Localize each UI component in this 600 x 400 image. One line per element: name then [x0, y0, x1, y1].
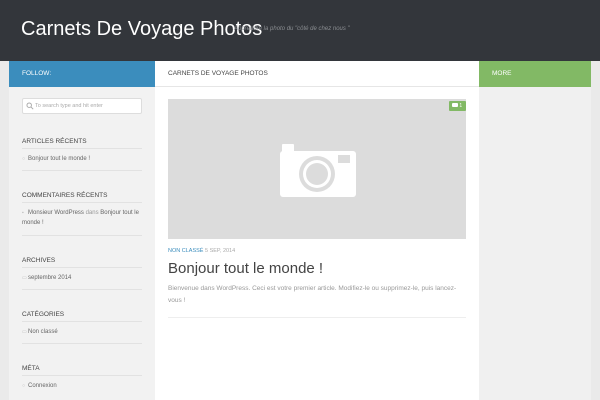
widget-divider [22, 202, 142, 203]
widget-divider [22, 235, 142, 236]
category-item[interactable]: ▭Non classé [22, 327, 147, 337]
archives-title: ARCHIVES [22, 257, 56, 264]
widget-divider [22, 375, 142, 376]
comment-count-badge[interactable]: 1 [449, 101, 466, 111]
site-header: Carnets De Voyage Photos Apprendre la ph… [0, 0, 600, 61]
follow-bar: FOLLOW: [9, 61, 155, 87]
archive-item[interactable]: ▭septembre 2014 [22, 273, 147, 283]
recent-comments-title: COMMENTAIRES RÉCENTS [22, 192, 108, 199]
post-title[interactable]: Bonjour tout le monde ! [168, 260, 323, 277]
login-link[interactable]: Connexion [28, 383, 57, 389]
post-divider [168, 317, 466, 318]
recent-article-link[interactable]: Bonjour tout le monde ! [28, 156, 90, 162]
camera-icon [280, 144, 356, 197]
meta-title: MÉTA [22, 365, 40, 372]
comment-count: 1 [459, 103, 463, 109]
post-date: 5 SEP, 2014 [205, 248, 236, 254]
recent-article-item[interactable]: ○ Bonjour tout le monde ! [22, 154, 147, 164]
post-excerpt: Bienvenue dans WordPress. Ceci est votre… [168, 285, 457, 304]
widget-divider [22, 289, 142, 290]
more-bar: MORE [479, 61, 591, 87]
widget-divider [22, 170, 142, 171]
comment-connector: dans [85, 210, 99, 216]
comment-author-link[interactable]: Monsieur WordPress [28, 210, 84, 216]
widget-divider [22, 148, 142, 149]
categories-title: CATÉGORIES [22, 311, 65, 318]
page-heading: CARNETS DE VOYAGE PHOTOS [155, 61, 479, 87]
recent-comment-item: ▪ Monsieur WordPress dans Bonjour tout le… [22, 208, 147, 228]
site-title[interactable]: Carnets De Voyage Photos [21, 18, 262, 41]
comment-post-link-cont[interactable]: monde ! [22, 220, 44, 226]
right-sidebar: MORE [479, 61, 591, 400]
comment-icon [452, 103, 458, 108]
widget-divider [22, 267, 142, 268]
meta-item[interactable]: ○ Connexion [22, 381, 147, 391]
left-sidebar: FOLLOW: ARTICLES RÉCENTS ○Bonjour tout l… [9, 61, 155, 400]
search-box[interactable] [22, 98, 142, 114]
widget-divider [22, 321, 142, 322]
search-input[interactable] [35, 99, 140, 113]
site-tagline: Apprendre la photo du "côté de chez nous… [234, 26, 350, 32]
archive-link[interactable]: septembre 2014 [28, 275, 71, 281]
comment-post-link[interactable]: Bonjour tout le [100, 210, 139, 216]
main-content: CARNETS DE VOYAGE PHOTOS 1 NON CLASSÉ 5 … [155, 61, 479, 400]
search-icon [26, 102, 34, 110]
post-category-link[interactable]: NON CLASSÉ [168, 248, 203, 254]
category-link[interactable]: Non classé [28, 329, 58, 335]
recent-articles-title: ARTICLES RÉCENTS [22, 138, 87, 145]
post-thumbnail[interactable]: 1 [168, 99, 466, 239]
widget-divider [22, 343, 142, 344]
post-meta: NON CLASSÉ 5 SEP, 2014 [168, 248, 235, 254]
